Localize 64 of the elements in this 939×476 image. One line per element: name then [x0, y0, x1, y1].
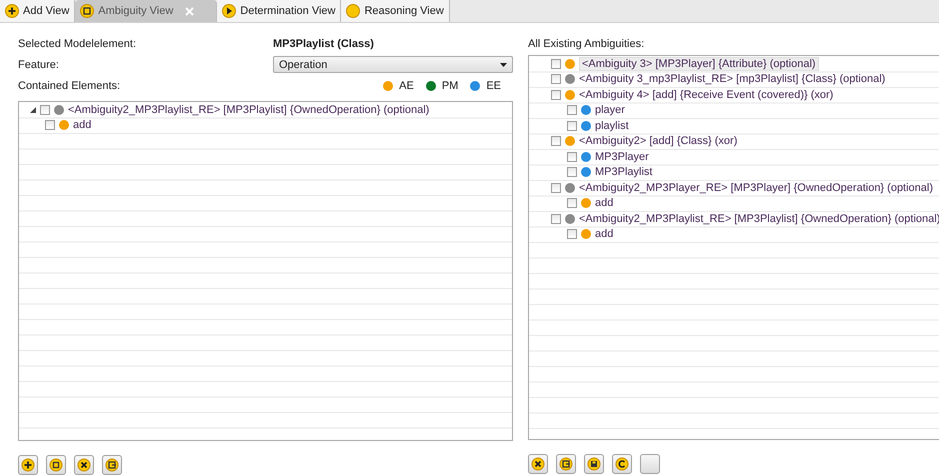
- tree-item[interactable]: <Ambiguity 3> [MP3Player] {Attribute} (optional): [579, 56, 819, 71]
- tree-item[interactable]: MP3Playlist: [595, 166, 652, 178]
- tab[interactable]: Add View: [0, 0, 76, 22]
- checkbox[interactable]: [551, 74, 561, 84]
- checkbox[interactable]: [567, 152, 577, 162]
- selected-element-value: MP3Playlist (Class): [273, 38, 374, 50]
- tree-item[interactable]: <Ambiguity2_MP3Playlist_RE> [MP3Playlist] {OwnedOperation} (optional): [68, 104, 430, 116]
- expand-arrow-icon[interactable]: [29, 106, 37, 114]
- checkbox[interactable]: [551, 90, 561, 100]
- tree-item[interactable]: add: [595, 197, 614, 210]
- tree-item[interactable]: <Ambiguity 3_mp3Playlist_RE> [mp3Playlist] {Class} (optional): [579, 73, 886, 86]
- export-button[interactable]: [556, 454, 576, 474]
- refresh-icon: [615, 457, 629, 471]
- tab[interactable]: Ambiguity View: [75, 0, 218, 22]
- checkbox[interactable]: [551, 136, 561, 146]
- tree-item[interactable]: player: [595, 104, 625, 116]
- delete-button[interactable]: [528, 454, 548, 474]
- checkbox[interactable]: [551, 58, 561, 69]
- export-icon: [105, 458, 119, 472]
- checkbox[interactable]: [567, 105, 577, 116]
- field-label: Selected Modelelement:: [18, 38, 138, 50]
- checkbox[interactable]: [551, 182, 561, 193]
- circle-icon: [346, 4, 360, 18]
- plus-icon: [21, 458, 35, 472]
- tree-item[interactable]: <Ambiguity2_MP3Player_RE> [MP3Player] {OwnedOperation} (optional): [579, 182, 934, 194]
- export-icon: [559, 457, 573, 471]
- checkbox[interactable]: [551, 214, 561, 224]
- checkbox[interactable]: [40, 104, 50, 115]
- close-icon[interactable]: [185, 6, 194, 16]
- checkbox[interactable]: [567, 120, 577, 131]
- save-icon: [587, 457, 601, 471]
- refresh-button[interactable]: [612, 454, 632, 474]
- close-icon: [531, 457, 545, 471]
- tab[interactable]: Determination View: [217, 0, 342, 22]
- panel-title: All Existing Ambiguities:: [528, 37, 646, 52]
- checkbox[interactable]: [567, 198, 577, 208]
- note-icon: [80, 4, 94, 18]
- tree-item[interactable]: playlist: [595, 120, 629, 132]
- legend-label: AE: [399, 80, 414, 92]
- plus-icon: [5, 4, 19, 18]
- feature-dropdown[interactable]: Operation: [273, 56, 513, 73]
- export-button[interactable]: [102, 455, 122, 475]
- checkbox[interactable]: [45, 120, 55, 130]
- tree-item[interactable]: add: [73, 119, 92, 132]
- save-button[interactable]: [584, 454, 604, 474]
- legend-label: EE: [486, 80, 501, 92]
- play-icon: [222, 4, 236, 18]
- close-icon: [77, 458, 91, 472]
- checkbox[interactable]: [567, 229, 577, 240]
- tree-item[interactable]: add: [595, 228, 614, 240]
- note-icon: [49, 458, 63, 472]
- field-label: Contained Elements:: [18, 80, 120, 92]
- edit-button[interactable]: [46, 455, 66, 475]
- legend-label: PM: [442, 80, 458, 92]
- delete-button[interactable]: [74, 455, 94, 475]
- add-button[interactable]: [18, 455, 38, 475]
- tab[interactable]: Reasoning View: [341, 0, 450, 22]
- blank-button[interactable]: [640, 454, 660, 474]
- tree-item[interactable]: <Ambiguity 4> [add] {Receive Event (covered)} (xor): [579, 88, 834, 101]
- field-label: Feature:: [18, 58, 60, 70]
- tree-item[interactable]: <Ambiguity2> [add] {Class} (xor): [579, 135, 738, 148]
- dropdown-arrow-icon: [500, 62, 507, 66]
- tree-item[interactable]: MP3Player: [595, 150, 649, 163]
- checkbox[interactable]: [567, 167, 577, 178]
